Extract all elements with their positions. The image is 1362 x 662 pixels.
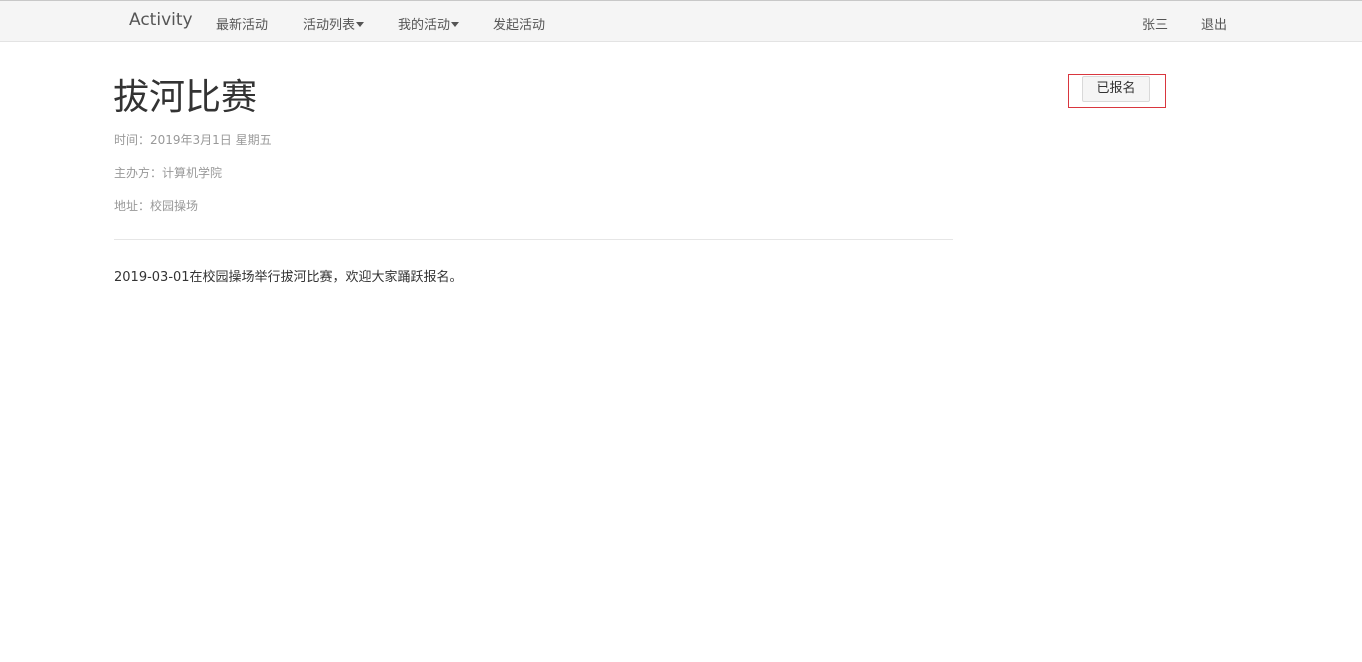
brand-link[interactable]: Activity <box>129 10 193 30</box>
logout-link[interactable]: 退出 <box>1201 14 1227 33</box>
activity-address: 地址：校园操场 <box>114 199 199 213</box>
nav-latest-activities-label: 最新活动 <box>216 18 269 33</box>
nav-activity-list-dropdown[interactable]: 活动列表 <box>303 14 365 33</box>
enrolled-button[interactable]: 已报名 <box>1082 76 1150 102</box>
caret-down-icon <box>451 22 460 27</box>
caret-down-icon <box>356 22 365 27</box>
activity-title: 拔河比赛 <box>113 77 258 118</box>
activity-organizer: 主办方：计算机学院 <box>114 166 223 180</box>
nav-activity-list-label: 活动列表 <box>303 18 356 33</box>
content-divider <box>114 239 953 240</box>
nav-create-activity-label: 发起活动 <box>493 18 546 33</box>
nav-latest-activities[interactable]: 最新活动 <box>216 14 268 33</box>
top-navbar: Activity 最新活动 活动列表 我的活动 发起活动 张三 退出 <box>0 0 1362 42</box>
user-name-link[interactable]: 张三 <box>1142 14 1168 33</box>
activity-time: 时间：2019年3月1日 星期五 <box>114 133 272 147</box>
activity-description: 2019-03-01在校园操场举行拔河比赛，欢迎大家踊跃报名。 <box>114 270 463 285</box>
nav-my-activities-dropdown[interactable]: 我的活动 <box>398 14 460 33</box>
nav-create-activity[interactable]: 发起活动 <box>493 14 545 33</box>
nav-my-activities-label: 我的活动 <box>398 18 451 33</box>
